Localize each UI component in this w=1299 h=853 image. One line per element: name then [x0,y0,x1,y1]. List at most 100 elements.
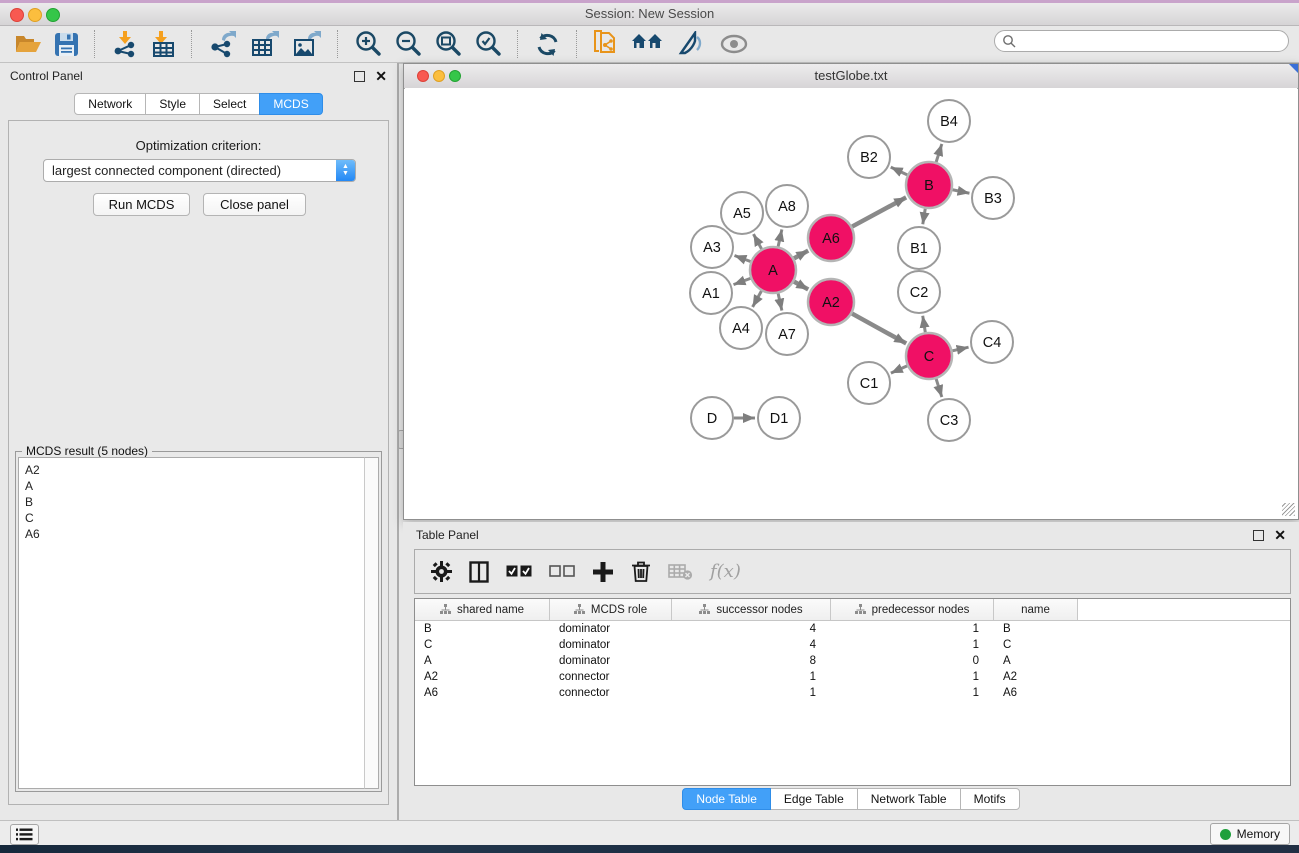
table-cell[interactable]: A6 [994,687,1078,699]
table-cell[interactable]: A2 [994,671,1078,683]
table-cell[interactable]: 1 [831,671,994,683]
table-cell[interactable]: 4 [672,639,831,651]
table-cell[interactable]: dominator [550,655,672,667]
graph-edge-C-C1[interactable] [891,366,907,373]
memory-button[interactable]: Memory [1210,823,1290,845]
graph-edge-A-A2[interactable] [794,282,808,290]
network-home-icon[interactable] [625,28,671,60]
table-cell[interactable]: A [994,655,1078,667]
table-cell[interactable]: B [994,623,1078,635]
tab-select[interactable]: Select [199,93,260,115]
table-cell[interactable]: dominator [550,623,672,635]
graph-edge-B-B2[interactable] [891,167,908,175]
optimization-criterion-select[interactable]: largest connected component (directed) ▲… [43,159,356,182]
table-settings-icon[interactable] [431,561,452,582]
table-cell[interactable]: A6 [415,687,550,699]
table-cell[interactable]: 8 [672,655,831,667]
hide-graphics-details-icon[interactable] [671,28,713,60]
graph-edge-A-A4[interactable] [753,291,762,307]
search-input[interactable] [1016,33,1288,49]
network-graph[interactable]: B4B2BB3A8A5A6A3B1AA1C2A2A4A7C4CC1DD1C3 [405,88,1299,519]
column-header-MCDS-role[interactable]: MCDS role [550,599,672,620]
tab-network-table[interactable]: Network Table [857,788,961,810]
select-all-checkboxes-icon[interactable] [506,565,532,578]
table-cell[interactable]: 4 [672,623,831,635]
float-table-panel-icon[interactable] [1253,530,1264,541]
zoom-window-button[interactable] [46,8,60,22]
add-row-icon[interactable] [592,561,614,583]
export-image-icon[interactable] [286,28,328,60]
float-panel-icon[interactable] [354,71,365,82]
graph-node-A2[interactable]: A2 [808,279,854,325]
table-cell[interactable]: 1 [831,687,994,699]
tab-mcds[interactable]: MCDS [259,93,322,115]
tab-network[interactable]: Network [74,93,146,115]
close-table-panel-icon[interactable]: ✕ [1274,530,1286,540]
minimize-network-window-button[interactable] [433,70,445,82]
graph-node-B1[interactable]: B1 [898,227,940,269]
graph-node-A[interactable]: A [750,247,796,293]
graph-node-A8[interactable]: A8 [766,185,808,227]
graph-node-B4[interactable]: B4 [928,100,970,142]
graph-node-B2[interactable]: B2 [848,136,890,178]
table-cell[interactable]: dominator [550,639,672,651]
graph-edge-C-C2[interactable] [923,316,926,333]
graph-edge-B-B4[interactable] [936,144,942,162]
close-network-window-button[interactable] [417,70,429,82]
import-network-icon[interactable] [105,28,144,60]
graph-node-C3[interactable]: C3 [928,399,970,441]
graph-edge-C-C3[interactable] [936,379,942,397]
table-cell[interactable]: 0 [831,655,994,667]
table-row[interactable]: A6connector11A6 [415,685,1290,701]
tab-motifs[interactable]: Motifs [960,788,1020,810]
tab-style[interactable]: Style [145,93,200,115]
table-cell[interactable]: 1 [672,671,831,683]
graph-edge-B-B1[interactable] [923,209,925,225]
mcds-result-item[interactable]: A2 [25,462,365,478]
graph-node-D1[interactable]: D1 [758,397,800,439]
table-cell[interactable]: B [415,623,550,635]
table-cell[interactable]: 1 [831,623,994,635]
graph-edge-A6-B[interactable] [852,197,906,226]
zoom-network-window-button[interactable] [449,70,461,82]
mcds-result-item[interactable]: A6 [25,526,365,542]
deselect-all-checkboxes-icon[interactable] [549,565,575,578]
graph-edge-C-C4[interactable] [952,347,968,351]
destroy-table-icon[interactable] [668,563,693,581]
result-scrollbar[interactable] [364,457,379,789]
graph-node-A6[interactable]: A6 [808,215,854,261]
table-cell[interactable]: 1 [831,639,994,651]
graph-edge-A2-C[interactable] [852,314,906,344]
graph-node-C2[interactable]: C2 [898,271,940,313]
column-header-predecessor-nodes[interactable]: predecessor nodes [831,599,994,620]
zoom-in-icon[interactable] [348,28,388,60]
close-panel-icon[interactable]: ✕ [375,71,387,81]
table-cell[interactable]: connector [550,671,672,683]
mcds-result-item[interactable]: B [25,494,365,510]
search-field[interactable] [994,30,1289,52]
zoom-selected-icon[interactable] [468,28,508,60]
graph-edge-A-A7[interactable] [778,293,782,310]
show-columns-icon[interactable] [469,561,489,583]
panel-menu-button[interactable] [10,824,39,845]
table-row[interactable]: A2connector11A2 [415,669,1290,685]
graph-node-D[interactable]: D [691,397,733,439]
graph-node-C[interactable]: C [906,333,952,379]
tab-edge-table[interactable]: Edge Table [770,788,858,810]
graph-node-A4[interactable]: A4 [720,307,762,349]
close-panel-button[interactable]: Close panel [203,193,306,216]
graph-node-A1[interactable]: A1 [690,272,732,314]
mcds-result-item[interactable]: A [25,478,365,494]
table-cell[interactable]: connector [550,687,672,699]
mcds-result-item[interactable]: C [25,510,365,526]
network-window-titlebar[interactable]: testGlobe.txt [404,64,1298,89]
eye-icon[interactable] [713,28,755,60]
zoom-fit-icon[interactable] [428,28,468,60]
graph-edge-A-A6[interactable] [794,251,808,259]
graph-edge-A-A1[interactable] [734,278,751,284]
table-row[interactable]: Adominator80A [415,653,1290,669]
export-table-icon[interactable] [244,28,286,60]
graph-node-A3[interactable]: A3 [691,226,733,268]
close-window-button[interactable] [10,8,24,22]
function-builder-icon[interactable]: f(x) [710,561,741,582]
